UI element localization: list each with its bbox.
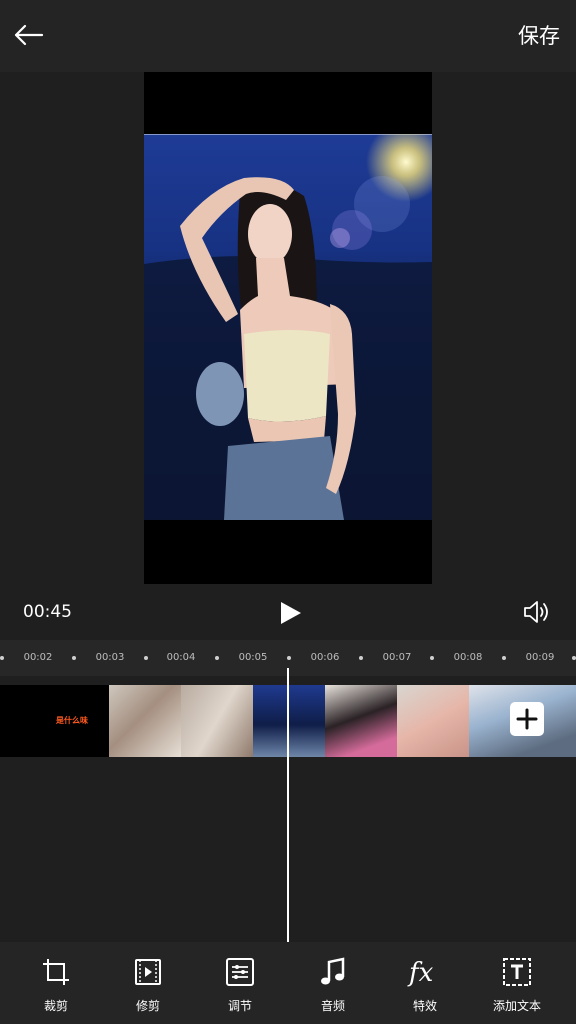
ruler-dot [572, 656, 576, 660]
ruler-dot [144, 656, 148, 660]
video-preview-image [144, 134, 432, 520]
ruler-dot [502, 656, 506, 660]
current-time: 00:45 [23, 602, 72, 622]
crop-icon [43, 959, 69, 985]
ruler-tick: 00:06 [310, 652, 340, 663]
bottom-toolbar: 裁剪 修剪 调节 音频 fx 特效 添加文本 [0, 942, 576, 1024]
effects-label: 特效 [412, 999, 437, 1013]
crop-label: 裁剪 [43, 999, 68, 1013]
volume-icon[interactable] [522, 598, 552, 626]
music-note-icon [321, 957, 345, 985]
play-icon[interactable] [277, 600, 303, 626]
ruler-dot [430, 656, 434, 660]
ruler-dot [215, 656, 219, 660]
add-text-tool[interactable]: 添加文本 [481, 956, 553, 1014]
video-clip-thumbnail[interactable] [253, 685, 325, 757]
trim-icon [135, 959, 161, 985]
crop-tool[interactable]: 裁剪 [20, 956, 92, 1014]
ruler-dot [287, 656, 291, 660]
ruler-tick: 00:07 [382, 652, 412, 663]
video-clip-thumbnail[interactable] [397, 685, 469, 757]
ruler-tick: 00:05 [238, 652, 268, 663]
save-button[interactable]: 保存 [518, 20, 560, 50]
ruler-dot [359, 656, 363, 660]
adjust-tool[interactable]: 调节 [204, 956, 276, 1014]
title-clip-text: 是什么味 [56, 716, 88, 725]
add-clip-button[interactable] [510, 702, 544, 736]
video-clip-thumbnail[interactable] [325, 685, 397, 757]
video-preview-area [0, 72, 576, 584]
ruler-tick: 00:04 [166, 652, 196, 663]
video-clip-thumbnail[interactable] [181, 685, 253, 757]
adjust-label: 调节 [227, 999, 252, 1013]
ruler-dot [72, 656, 76, 660]
svg-text:fx: fx [407, 958, 434, 988]
audio-tool[interactable]: 音频 [297, 956, 369, 1014]
arrow-left-icon[interactable] [12, 18, 46, 52]
ruler-dot [0, 656, 4, 660]
video-frame[interactable] [144, 72, 432, 584]
plus-icon [516, 708, 538, 730]
ruler-tick: 00:02 [23, 652, 53, 663]
text-icon [503, 958, 531, 986]
trim-tool[interactable]: 修剪 [112, 956, 184, 1014]
audio-label: 音频 [320, 999, 345, 1013]
title-clip[interactable]: 是什么味 [0, 685, 109, 757]
ruler-tick: 00:09 [525, 652, 555, 663]
ruler-tick: 00:08 [453, 652, 483, 663]
fx-icon: fx [407, 958, 434, 988]
ruler-tick: 00:03 [95, 652, 125, 663]
playhead[interactable] [287, 668, 289, 942]
trim-label: 修剪 [135, 999, 160, 1013]
add-text-label: 添加文本 [492, 999, 541, 1013]
playback-controls: 00:45 [0, 584, 576, 640]
effects-tool[interactable]: fx 特效 [389, 956, 461, 1014]
video-clip-thumbnail[interactable] [109, 685, 181, 757]
top-bar: 保存 [0, 0, 576, 72]
adjust-icon [226, 958, 254, 986]
